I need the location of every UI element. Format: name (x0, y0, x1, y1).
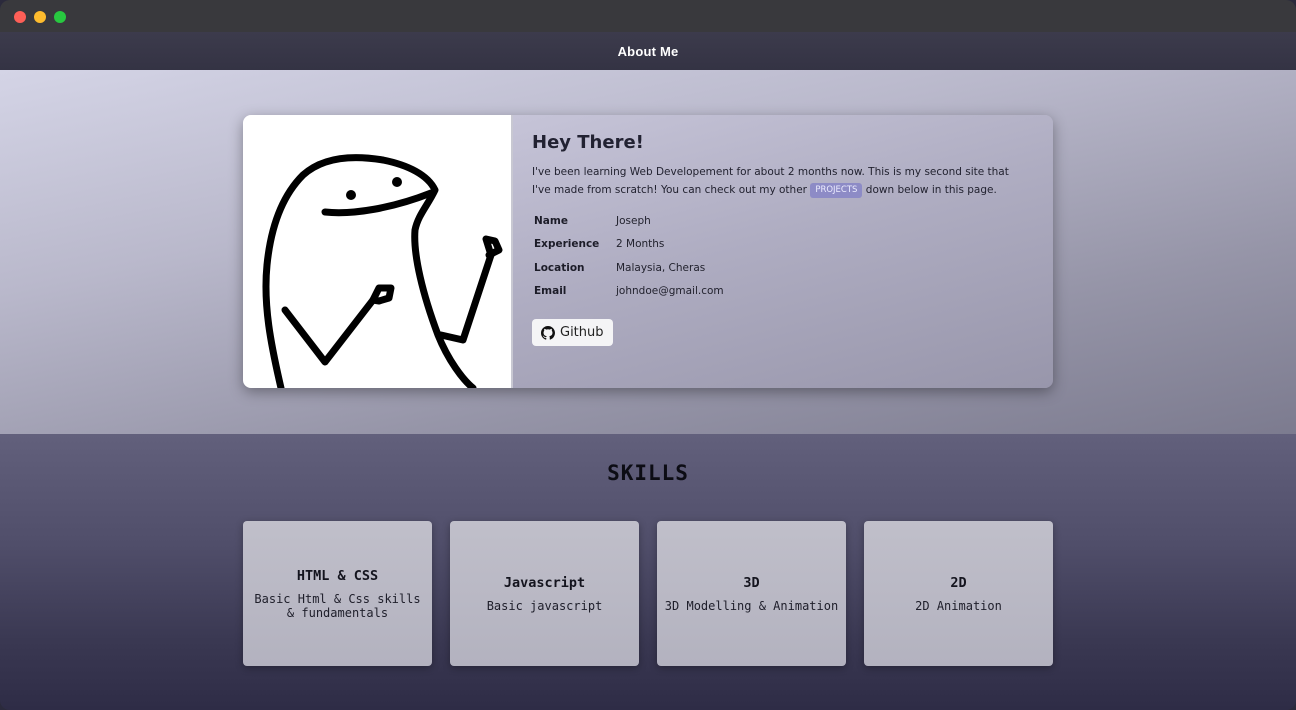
skills-section: SKILLS HTML & CSS Basic Html & Css skill… (0, 434, 1296, 710)
skill-name: Javascript (503, 574, 586, 591)
close-window-button[interactable] (14, 11, 26, 23)
title-bar (0, 0, 1296, 32)
skill-card-html-css: HTML & CSS Basic Html & Css skills & fun… (243, 521, 432, 666)
info-value: Joseph (616, 214, 651, 227)
profile-intro: I've been learning Web Developement for … (532, 163, 1027, 199)
github-icon (541, 325, 555, 340)
skills-title: SKILLS (607, 461, 689, 485)
hero-section: Hey There! I've been learning Web Develo… (0, 70, 1296, 434)
info-key: Email (534, 285, 567, 298)
zoom-window-button[interactable] (54, 11, 66, 23)
page-title: About Me (617, 43, 679, 59)
github-button-label: Github (560, 325, 604, 340)
skill-name: 2D (950, 574, 967, 591)
projects-link[interactable]: PROJECTS (810, 182, 863, 198)
info-key: Experience (534, 238, 600, 251)
github-button[interactable]: Github (532, 319, 613, 346)
profile-info-table: Name Joseph Experience 2 Months Location… (532, 209, 1033, 303)
skill-name: 3D (743, 574, 760, 591)
skill-description: 2D Animation (915, 598, 1002, 613)
intro-text-end: down below in this page. (862, 184, 997, 196)
info-row-location: Location Malaysia, Cheras (532, 256, 1033, 280)
skill-card-2d: 2D 2D Animation (864, 521, 1053, 666)
skill-description: Basic Html & Css skills & fundamentals (254, 591, 421, 620)
skill-description: 3D Modelling & Animation (664, 598, 839, 613)
navbar: About Me (0, 32, 1296, 70)
info-row-name: Name Joseph (532, 209, 1033, 233)
profile-image (243, 115, 513, 388)
profile-heading: Hey There! (532, 132, 644, 153)
profile-card: Hey There! I've been learning Web Develo… (243, 115, 1053, 388)
info-value: johndoe@gmail.com (616, 285, 724, 298)
thumbs-up-character-illustration (262, 154, 503, 388)
minimize-window-button[interactable] (34, 11, 46, 23)
info-key: Location (534, 261, 585, 274)
profile-details: Hey There! I've been learning Web Develo… (513, 115, 1053, 388)
app-window: About Me Hey There! I've been learning W… (0, 0, 1296, 710)
skill-description: Basic javascript (486, 598, 603, 613)
info-value: 2 Months (616, 238, 665, 251)
info-row-email: Email johndoe@gmail.com (532, 280, 1033, 304)
info-row-experience: Experience 2 Months (532, 233, 1033, 257)
skill-card-3d: 3D 3D Modelling & Animation (657, 521, 846, 666)
info-key: Name (534, 214, 568, 227)
skill-card-javascript: Javascript Basic javascript (450, 521, 639, 666)
skill-name: HTML & CSS (296, 567, 379, 584)
info-value: Malaysia, Cheras (616, 261, 706, 274)
